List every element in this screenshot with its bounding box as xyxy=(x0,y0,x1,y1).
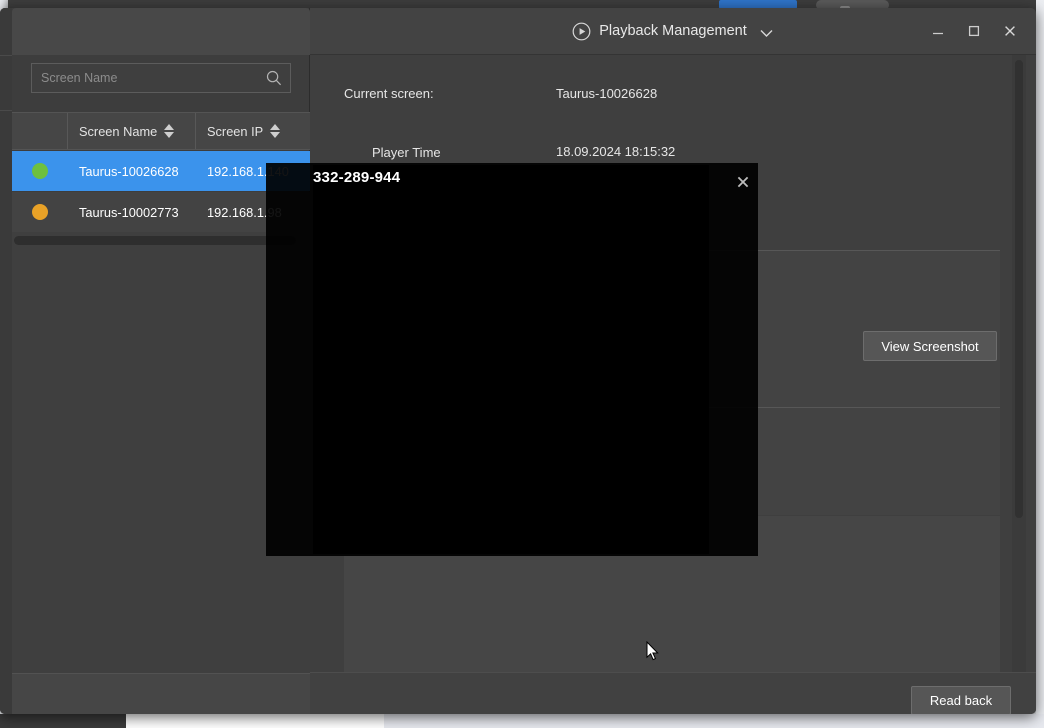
player-time-label: Player Time xyxy=(372,145,441,160)
page-title: Playback Management xyxy=(599,23,747,39)
sidebar-horizontal-scrollbar-thumb[interactable] xyxy=(14,236,296,245)
overlay-code-label: 332-289-944 xyxy=(313,166,613,188)
search-icon[interactable] xyxy=(266,70,282,86)
screen-list-panel: Screen Name Screen IP Taurus-10026628 xyxy=(0,8,310,714)
column-header-status xyxy=(12,113,68,149)
overlay-close-icon[interactable] xyxy=(731,171,755,193)
desktop-strip-left xyxy=(0,714,126,728)
search-field-wrapper[interactable] xyxy=(31,63,291,93)
sidebar-rail-notch xyxy=(0,55,12,111)
desktop: Screen Name Screen IP Taurus-10026628 xyxy=(0,0,1044,728)
column-header-screen-name[interactable]: Screen Name xyxy=(68,113,196,149)
column-header-screen-name-label: Screen Name xyxy=(79,124,157,139)
sidebar-search-bar xyxy=(12,8,310,55)
vertical-scrollbar-thumb[interactable] xyxy=(1015,60,1023,518)
search-input[interactable] xyxy=(32,64,260,92)
desktop-edge-right xyxy=(1036,0,1044,714)
window-controls xyxy=(920,8,1028,54)
screenshot-overlay-canvas xyxy=(313,165,709,554)
sidebar-rail xyxy=(0,8,12,714)
dialog-title-bar[interactable]: Playback Management xyxy=(310,8,1036,55)
sidebar-footer xyxy=(12,673,310,714)
sort-screen-name-icon[interactable] xyxy=(164,124,174,138)
player-time-value: 18.09.2024 18:15:32 xyxy=(556,144,675,159)
row-screen-name: Taurus-10002773 xyxy=(68,205,196,220)
application-window: Screen Name Screen IP Taurus-10026628 xyxy=(0,8,1036,714)
chevron-down-icon[interactable] xyxy=(759,26,774,36)
close-button[interactable] xyxy=(992,14,1028,48)
status-online-icon xyxy=(32,163,48,179)
maximize-button[interactable] xyxy=(956,14,992,48)
desktop-strip-right xyxy=(384,714,1044,728)
view-screenshot-button[interactable]: View Screenshot xyxy=(863,331,997,361)
status-warning-icon xyxy=(32,204,48,220)
current-screen-value: Taurus-10026628 xyxy=(556,86,657,101)
column-header-screen-ip-label: Screen IP xyxy=(207,124,263,139)
row-status-cell xyxy=(12,163,68,179)
dialog-footer: Read back xyxy=(310,672,1036,714)
desktop-strip-white xyxy=(126,714,384,728)
play-circle-icon xyxy=(572,22,591,41)
row-screen-name: Taurus-10026628 xyxy=(68,164,196,179)
minimize-button[interactable] xyxy=(920,14,956,48)
current-screen-label: Current screen: xyxy=(344,86,434,101)
read-back-button[interactable]: Read back xyxy=(911,686,1011,714)
column-header-screen-ip[interactable]: Screen IP xyxy=(196,113,310,149)
sort-screen-ip-icon[interactable] xyxy=(270,124,280,138)
screen-table-header: Screen Name Screen IP xyxy=(12,112,310,150)
mouse-cursor xyxy=(646,641,660,662)
row-status-cell xyxy=(12,204,68,220)
